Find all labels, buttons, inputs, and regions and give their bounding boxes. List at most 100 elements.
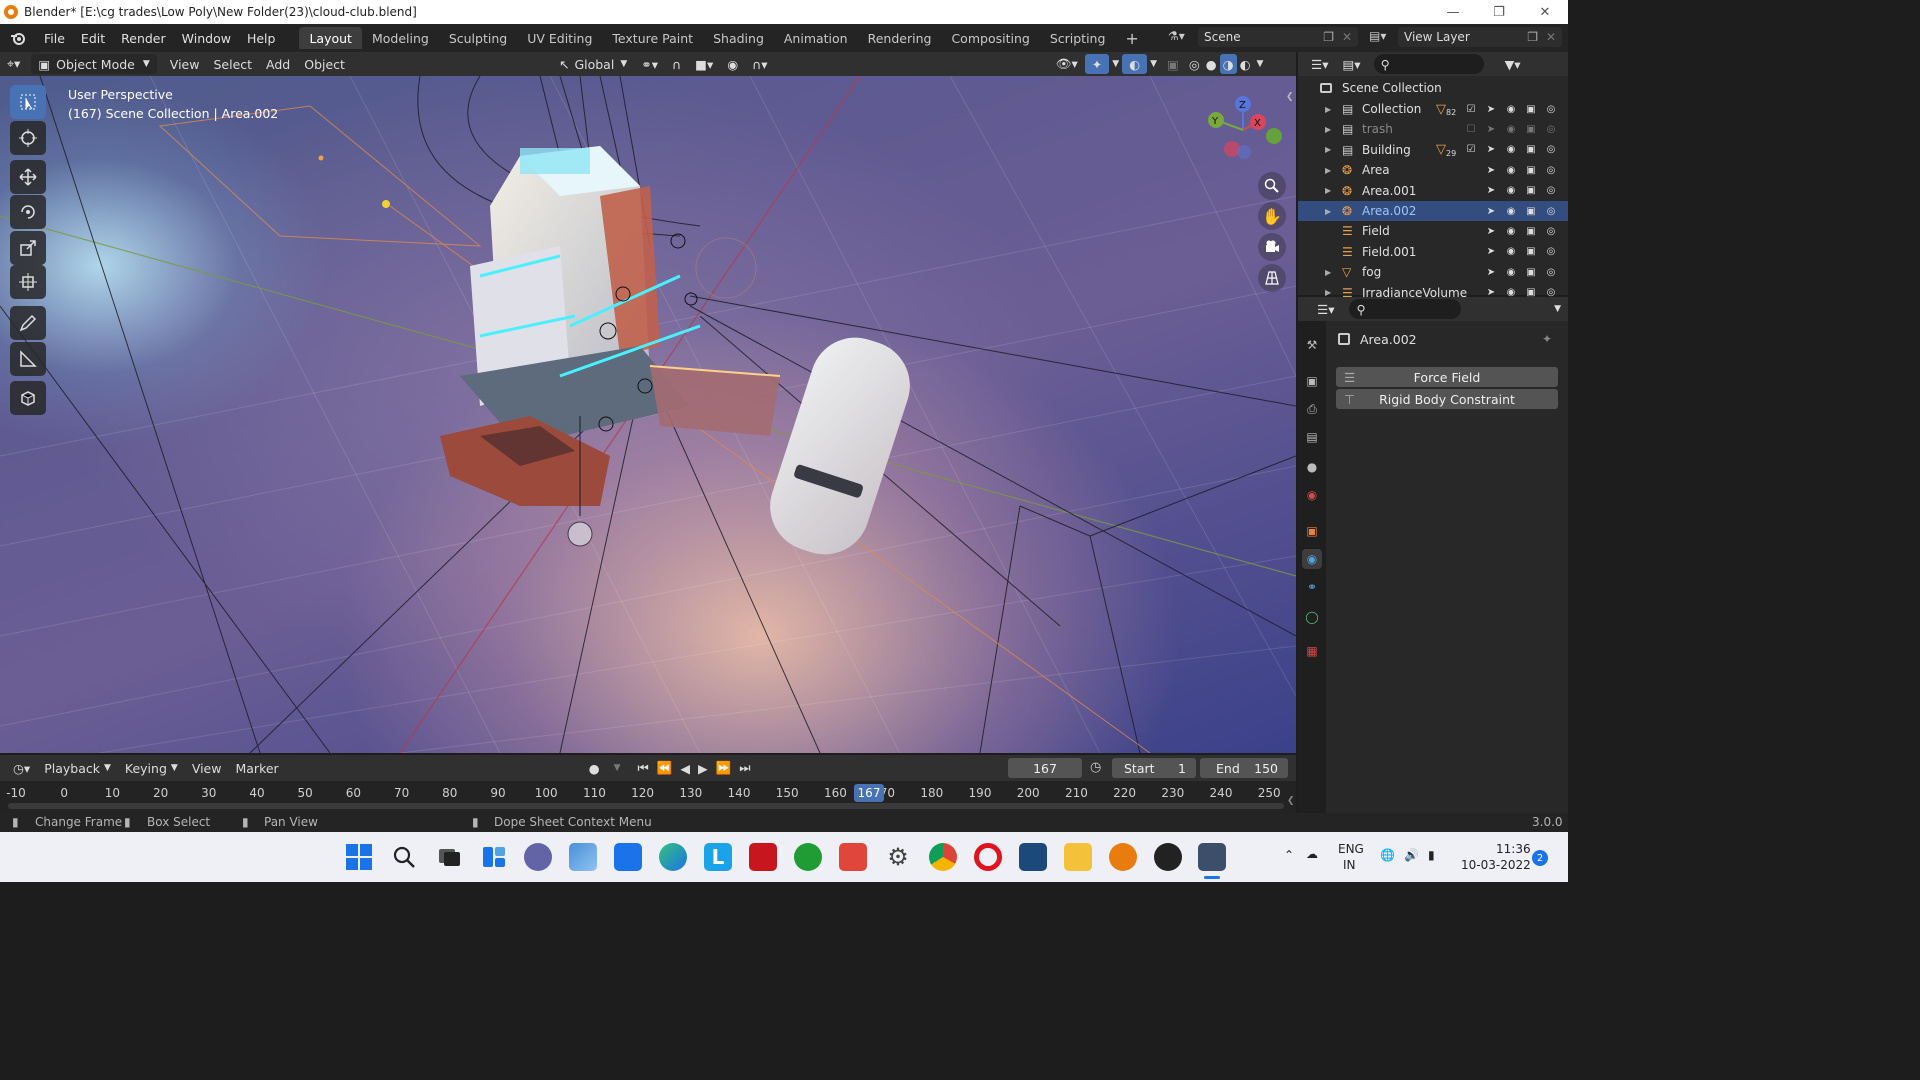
tool-tab-icon[interactable]: ⚒ bbox=[1302, 335, 1322, 355]
mcafee-icon[interactable] bbox=[749, 843, 777, 871]
exclude-checkbox[interactable]: ☑ bbox=[1464, 102, 1478, 116]
tab-shading[interactable]: Shading bbox=[703, 27, 774, 49]
eye-icon[interactable]: ◉ bbox=[1504, 143, 1518, 157]
exclude-checkbox[interactable]: ☐ bbox=[1464, 122, 1478, 136]
render-camera-icon[interactable]: ◎ bbox=[1544, 163, 1558, 177]
overlays-options-icon[interactable]: ▼ bbox=[1147, 54, 1160, 74]
3d-viewport[interactable]: User Perspective (167) Scene Collection … bbox=[0, 76, 1296, 753]
sidebar-toggle-icon[interactable]: ❮ bbox=[1286, 92, 1294, 102]
eye-icon[interactable]: ◉ bbox=[1504, 204, 1518, 218]
transform-orientation-dropdown[interactable]: ↖ Global ▼ bbox=[552, 54, 634, 74]
volume-icon[interactable]: 🔊 bbox=[1404, 848, 1419, 862]
selectable-arrow-icon[interactable]: ➤ bbox=[1484, 245, 1498, 259]
filter-icon[interactable]: ▼▾ bbox=[1498, 54, 1528, 74]
move-tool[interactable] bbox=[10, 160, 46, 194]
falloff-icon[interactable]: ∩▾ bbox=[745, 54, 774, 74]
tab-uv-editing[interactable]: UV Editing bbox=[517, 27, 602, 49]
gizmo-toggle-icon[interactable]: ✦ bbox=[1084, 54, 1110, 74]
outliner-row[interactable]: ☰ Field.001 ➤ ◉ ▣ ◎ bbox=[1298, 242, 1568, 262]
constraints-tab-icon[interactable]: ⚭ bbox=[1302, 577, 1322, 597]
widgets-icon[interactable] bbox=[480, 843, 508, 871]
auto-keying-record-icon[interactable]: ● bbox=[582, 758, 607, 778]
timeline-view-menu[interactable]: View bbox=[185, 758, 229, 778]
xray-icon[interactable]: ▣ bbox=[1160, 54, 1186, 74]
download-app-icon[interactable] bbox=[1019, 843, 1047, 871]
clock-time[interactable]: 11:36 bbox=[1496, 842, 1531, 856]
menu-view[interactable]: View bbox=[163, 54, 207, 74]
scene-selector-icon[interactable]: ⚗▾ bbox=[1168, 29, 1194, 45]
maximize-button[interactable]: ❐ bbox=[1476, 0, 1522, 24]
tab-rendering[interactable]: Rendering bbox=[858, 27, 942, 49]
scene-tab-icon[interactable]: ● bbox=[1302, 457, 1322, 477]
display-mode-icon[interactable]: ▤▾ bbox=[1335, 54, 1367, 74]
expand-arrow-icon[interactable]: ▶ bbox=[1325, 145, 1331, 154]
gizmo-options-icon[interactable]: ▼ bbox=[1109, 54, 1122, 74]
outliner-row[interactable]: ▶ ❂ Area ➤ ◉ ▣ ◎ bbox=[1298, 160, 1568, 180]
play-reverse-icon[interactable]: ◀ bbox=[676, 758, 694, 778]
render-camera-icon[interactable]: ◎ bbox=[1544, 184, 1558, 198]
end-frame-field[interactable]: End 150 bbox=[1200, 758, 1288, 778]
menu-edit[interactable]: Edit bbox=[73, 27, 113, 49]
viewport-display-icon[interactable]: ▣ bbox=[1524, 184, 1538, 198]
task-view-icon[interactable] bbox=[435, 843, 463, 871]
chrome-icon[interactable] bbox=[929, 843, 957, 871]
render-camera-icon[interactable]: ◎ bbox=[1544, 122, 1558, 136]
playback-menu[interactable]: Playback ▼ bbox=[37, 758, 118, 778]
eye-icon[interactable]: ◉ bbox=[1504, 265, 1518, 279]
menu-window[interactable]: Window bbox=[174, 27, 239, 49]
current-frame-field[interactable]: 167 bbox=[1008, 758, 1082, 778]
selectable-arrow-icon[interactable]: ➤ bbox=[1484, 184, 1498, 198]
shading-solid-icon[interactable]: ● bbox=[1203, 54, 1220, 74]
transform-tool[interactable] bbox=[10, 265, 46, 299]
outliner-row[interactable]: ▶ ▽ fog ➤ ◉ ▣ ◎ bbox=[1298, 262, 1568, 282]
notification-badge[interactable]: 2 bbox=[1532, 850, 1548, 866]
active-app-icon[interactable] bbox=[1198, 843, 1226, 871]
pan-view-hand-icon[interactable]: ✋ bbox=[1258, 202, 1286, 230]
properties-options-icon[interactable]: ▼ bbox=[1547, 299, 1568, 319]
snap-target-icon[interactable]: ■▾ bbox=[688, 54, 720, 74]
snap-icon[interactable]: ∩ bbox=[665, 54, 688, 74]
tab-animation[interactable]: Animation bbox=[774, 27, 858, 49]
edge-browser-icon[interactable] bbox=[659, 843, 687, 871]
menu-render[interactable]: Render bbox=[113, 27, 174, 49]
overlays-icon[interactable]: ◐ bbox=[1122, 54, 1148, 74]
mode-dropdown[interactable]: ▣ Object Mode ▼ bbox=[31, 54, 157, 74]
proportional-edit-icon[interactable]: ◉ bbox=[720, 54, 745, 74]
texture-tab-icon[interactable]: ▦ bbox=[1302, 641, 1322, 661]
expand-arrow-icon[interactable]: ▶ bbox=[1325, 125, 1331, 134]
camera-view-icon[interactable] bbox=[1258, 233, 1286, 261]
file-explorer-icon[interactable] bbox=[1064, 843, 1092, 871]
tab-compositing[interactable]: Compositing bbox=[941, 27, 1039, 49]
eye-icon[interactable]: ◉ bbox=[1504, 122, 1518, 136]
play-icon[interactable]: ▶ bbox=[694, 758, 712, 778]
menu-add[interactable]: Add bbox=[259, 54, 297, 74]
physics-tab-icon[interactable]: ◉ bbox=[1302, 549, 1322, 569]
network-tray-icon[interactable]: ☁ bbox=[1306, 847, 1318, 861]
tab-layout[interactable]: Layout bbox=[299, 27, 362, 49]
eye-icon[interactable]: ◉ bbox=[1504, 245, 1518, 259]
start-windows-icon[interactable] bbox=[345, 843, 373, 871]
add-cube-tool[interactable] bbox=[10, 381, 46, 415]
region-label[interactable]: IN bbox=[1343, 858, 1356, 872]
globe-icon[interactable]: 🌐 bbox=[1380, 848, 1395, 862]
clock-date[interactable]: 10-03-2022 bbox=[1461, 858, 1531, 872]
outliner-row[interactable]: ▶ ▤ trash ☐ ➤ ◉ ▣ ◎ bbox=[1298, 119, 1568, 139]
selectable-arrow-icon[interactable]: ➤ bbox=[1484, 204, 1498, 218]
shading-options-icon[interactable]: ▼ bbox=[1254, 54, 1267, 74]
expand-arrow-icon[interactable]: ▶ bbox=[1325, 166, 1331, 175]
eye-icon[interactable]: ◉ bbox=[1504, 102, 1518, 116]
viewport-display-icon[interactable]: ▣ bbox=[1524, 143, 1538, 157]
visibility-filter-icon[interactable]: 👁▾ bbox=[1049, 54, 1085, 74]
new-view-layer-icon[interactable]: ❐ bbox=[1527, 30, 1538, 44]
playhead-marker[interactable]: 167 bbox=[854, 784, 884, 802]
rigid-body-constraint-button[interactable]: ⊤ Rigid Body Constraint bbox=[1336, 389, 1558, 409]
tab-texture-paint[interactable]: Texture Paint bbox=[602, 27, 703, 49]
render-camera-icon[interactable]: ◎ bbox=[1544, 102, 1558, 116]
viewport-display-icon[interactable]: ▣ bbox=[1524, 245, 1538, 259]
shading-material-icon[interactable]: ◑ bbox=[1219, 54, 1237, 74]
outliner-search-field[interactable]: ⚲ bbox=[1373, 54, 1484, 74]
exclude-checkbox[interactable]: ☑ bbox=[1464, 143, 1478, 157]
menu-file[interactable]: File bbox=[36, 27, 73, 49]
viewport-display-icon[interactable]: ▣ bbox=[1524, 122, 1538, 136]
battery-icon[interactable]: ▮ bbox=[1428, 848, 1435, 862]
